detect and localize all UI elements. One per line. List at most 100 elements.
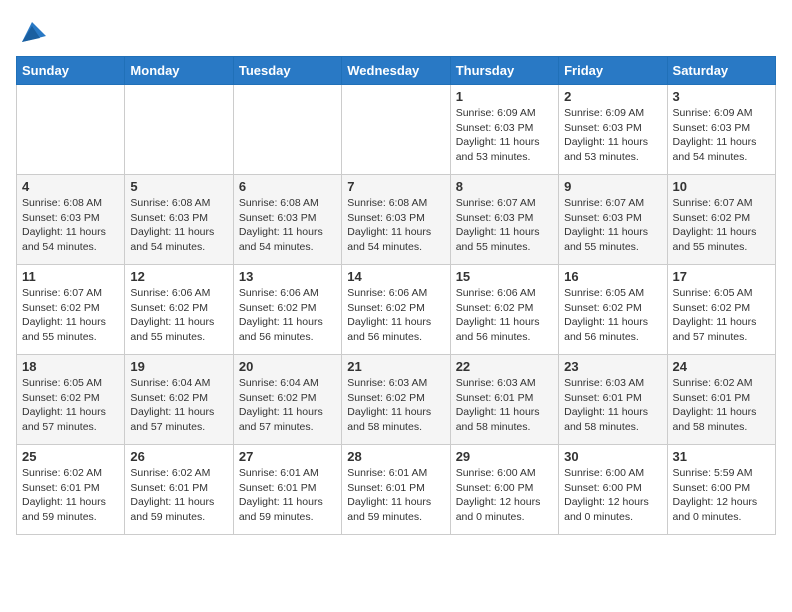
calendar-cell: 3 Sunrise: 6:09 AMSunset: 6:03 PMDaylight… xyxy=(667,85,775,175)
day-info: Sunrise: 6:00 AMSunset: 6:00 PMDaylight:… xyxy=(564,466,661,525)
day-number: 7 xyxy=(347,179,444,194)
calendar-cell: 20 Sunrise: 6:04 AMSunset: 6:02 PMDayligh… xyxy=(233,355,341,445)
day-number: 27 xyxy=(239,449,336,464)
day-info: Sunrise: 6:02 AMSunset: 6:01 PMDaylight:… xyxy=(22,466,119,525)
calendar-cell: 7 Sunrise: 6:08 AMSunset: 6:03 PMDaylight… xyxy=(342,175,450,265)
day-number: 11 xyxy=(22,269,119,284)
weekday-header-thursday: Thursday xyxy=(450,57,558,85)
day-number: 26 xyxy=(130,449,227,464)
weekday-header-sunday: Sunday xyxy=(17,57,125,85)
day-info: Sunrise: 6:08 AMSunset: 6:03 PMDaylight:… xyxy=(22,196,119,255)
day-number: 16 xyxy=(564,269,661,284)
day-number: 29 xyxy=(456,449,553,464)
calendar-cell: 17 Sunrise: 6:05 AMSunset: 6:02 PMDayligh… xyxy=(667,265,775,355)
day-number: 21 xyxy=(347,359,444,374)
calendar-cell: 26 Sunrise: 6:02 AMSunset: 6:01 PMDayligh… xyxy=(125,445,233,535)
calendar-cell: 25 Sunrise: 6:02 AMSunset: 6:01 PMDayligh… xyxy=(17,445,125,535)
calendar-table: SundayMondayTuesdayWednesdayThursdayFrid… xyxy=(16,56,776,535)
logo xyxy=(16,20,46,46)
calendar-week-row: 1 Sunrise: 6:09 AMSunset: 6:03 PMDaylight… xyxy=(17,85,776,175)
day-info: Sunrise: 6:08 AMSunset: 6:03 PMDaylight:… xyxy=(347,196,444,255)
day-number: 30 xyxy=(564,449,661,464)
day-info: Sunrise: 6:02 AMSunset: 6:01 PMDaylight:… xyxy=(130,466,227,525)
day-info: Sunrise: 6:04 AMSunset: 6:02 PMDaylight:… xyxy=(239,376,336,435)
day-info: Sunrise: 6:06 AMSunset: 6:02 PMDaylight:… xyxy=(130,286,227,345)
weekday-header-row: SundayMondayTuesdayWednesdayThursdayFrid… xyxy=(17,57,776,85)
day-number: 8 xyxy=(456,179,553,194)
day-info: Sunrise: 6:03 AMSunset: 6:01 PMDaylight:… xyxy=(456,376,553,435)
day-number: 18 xyxy=(22,359,119,374)
page-header xyxy=(16,16,776,46)
calendar-cell xyxy=(125,85,233,175)
weekday-header-wednesday: Wednesday xyxy=(342,57,450,85)
calendar-cell: 28 Sunrise: 6:01 AMSunset: 6:01 PMDayligh… xyxy=(342,445,450,535)
day-number: 9 xyxy=(564,179,661,194)
day-info: Sunrise: 5:59 AMSunset: 6:00 PMDaylight:… xyxy=(673,466,770,525)
weekday-header-monday: Monday xyxy=(125,57,233,85)
calendar-cell: 31 Sunrise: 5:59 AMSunset: 6:00 PMDayligh… xyxy=(667,445,775,535)
calendar-cell: 16 Sunrise: 6:05 AMSunset: 6:02 PMDayligh… xyxy=(559,265,667,355)
day-number: 6 xyxy=(239,179,336,194)
calendar-cell xyxy=(17,85,125,175)
day-info: Sunrise: 6:08 AMSunset: 6:03 PMDaylight:… xyxy=(239,196,336,255)
day-number: 17 xyxy=(673,269,770,284)
calendar-week-row: 11Sunrise: 6:07 AMSunset: 6:02 PMDayligh… xyxy=(17,265,776,355)
calendar-cell xyxy=(342,85,450,175)
calendar-cell: 9 Sunrise: 6:07 AMSunset: 6:03 PMDaylight… xyxy=(559,175,667,265)
day-info: Sunrise: 6:06 AMSunset: 6:02 PMDaylight:… xyxy=(456,286,553,345)
day-info: Sunrise: 6:00 AMSunset: 6:00 PMDaylight:… xyxy=(456,466,553,525)
day-info: Sunrise: 6:07 AMSunset: 6:03 PMDaylight:… xyxy=(564,196,661,255)
day-info: Sunrise: 6:04 AMSunset: 6:02 PMDaylight:… xyxy=(130,376,227,435)
day-number: 1 xyxy=(456,89,553,104)
day-info: Sunrise: 6:09 AMSunset: 6:03 PMDaylight:… xyxy=(456,106,553,165)
day-number: 2 xyxy=(564,89,661,104)
day-number: 28 xyxy=(347,449,444,464)
day-info: Sunrise: 6:07 AMSunset: 6:02 PMDaylight:… xyxy=(673,196,770,255)
day-info: Sunrise: 6:08 AMSunset: 6:03 PMDaylight:… xyxy=(130,196,227,255)
calendar-cell: 15Sunrise: 6:06 AMSunset: 6:02 PMDayligh… xyxy=(450,265,558,355)
weekday-header-saturday: Saturday xyxy=(667,57,775,85)
calendar-week-row: 4Sunrise: 6:08 AMSunset: 6:03 PMDaylight… xyxy=(17,175,776,265)
day-number: 20 xyxy=(239,359,336,374)
day-number: 31 xyxy=(673,449,770,464)
calendar-cell xyxy=(233,85,341,175)
calendar-cell: 12 Sunrise: 6:06 AMSunset: 6:02 PMDayligh… xyxy=(125,265,233,355)
day-info: Sunrise: 6:02 AMSunset: 6:01 PMDaylight:… xyxy=(673,376,770,435)
day-number: 10 xyxy=(673,179,770,194)
day-info: Sunrise: 6:05 AMSunset: 6:02 PMDaylight:… xyxy=(22,376,119,435)
day-info: Sunrise: 6:01 AMSunset: 6:01 PMDaylight:… xyxy=(347,466,444,525)
calendar-cell: 27 Sunrise: 6:01 AMSunset: 6:01 PMDayligh… xyxy=(233,445,341,535)
day-info: Sunrise: 6:03 AMSunset: 6:01 PMDaylight:… xyxy=(564,376,661,435)
weekday-header-friday: Friday xyxy=(559,57,667,85)
weekday-header-tuesday: Tuesday xyxy=(233,57,341,85)
calendar-week-row: 18 Sunrise: 6:05 AMSunset: 6:02 PMDayligh… xyxy=(17,355,776,445)
day-info: Sunrise: 6:05 AMSunset: 6:02 PMDaylight:… xyxy=(673,286,770,345)
day-number: 5 xyxy=(130,179,227,194)
calendar-cell: 1 Sunrise: 6:09 AMSunset: 6:03 PMDaylight… xyxy=(450,85,558,175)
calendar-cell: 30 Sunrise: 6:00 AMSunset: 6:00 PMDayligh… xyxy=(559,445,667,535)
day-info: Sunrise: 6:01 AMSunset: 6:01 PMDaylight:… xyxy=(239,466,336,525)
day-info: Sunrise: 6:06 AMSunset: 6:02 PMDaylight:… xyxy=(239,286,336,345)
day-info: Sunrise: 6:07 AMSunset: 6:03 PMDaylight:… xyxy=(456,196,553,255)
calendar-cell: 18 Sunrise: 6:05 AMSunset: 6:02 PMDayligh… xyxy=(17,355,125,445)
calendar-cell: 24Sunrise: 6:02 AMSunset: 6:01 PMDayligh… xyxy=(667,355,775,445)
day-info: Sunrise: 6:09 AMSunset: 6:03 PMDaylight:… xyxy=(673,106,770,165)
day-number: 25 xyxy=(22,449,119,464)
calendar-cell: 5 Sunrise: 6:08 AMSunset: 6:03 PMDaylight… xyxy=(125,175,233,265)
day-number: 3 xyxy=(673,89,770,104)
day-number: 13 xyxy=(239,269,336,284)
day-info: Sunrise: 6:05 AMSunset: 6:02 PMDaylight:… xyxy=(564,286,661,345)
day-number: 12 xyxy=(130,269,227,284)
day-number: 14 xyxy=(347,269,444,284)
calendar-cell: 23 Sunrise: 6:03 AMSunset: 6:01 PMDayligh… xyxy=(559,355,667,445)
calendar-cell: 22 Sunrise: 6:03 AMSunset: 6:01 PMDayligh… xyxy=(450,355,558,445)
day-info: Sunrise: 6:06 AMSunset: 6:02 PMDaylight:… xyxy=(347,286,444,345)
logo-icon xyxy=(18,18,46,46)
calendar-cell: 4Sunrise: 6:08 AMSunset: 6:03 PMDaylight… xyxy=(17,175,125,265)
calendar-cell: 29 Sunrise: 6:00 AMSunset: 6:00 PMDayligh… xyxy=(450,445,558,535)
calendar-cell: 10 Sunrise: 6:07 AMSunset: 6:02 PMDayligh… xyxy=(667,175,775,265)
calendar-cell: 13 Sunrise: 6:06 AMSunset: 6:02 PMDayligh… xyxy=(233,265,341,355)
day-number: 23 xyxy=(564,359,661,374)
day-number: 22 xyxy=(456,359,553,374)
calendar-cell: 19Sunrise: 6:04 AMSunset: 6:02 PMDayligh… xyxy=(125,355,233,445)
